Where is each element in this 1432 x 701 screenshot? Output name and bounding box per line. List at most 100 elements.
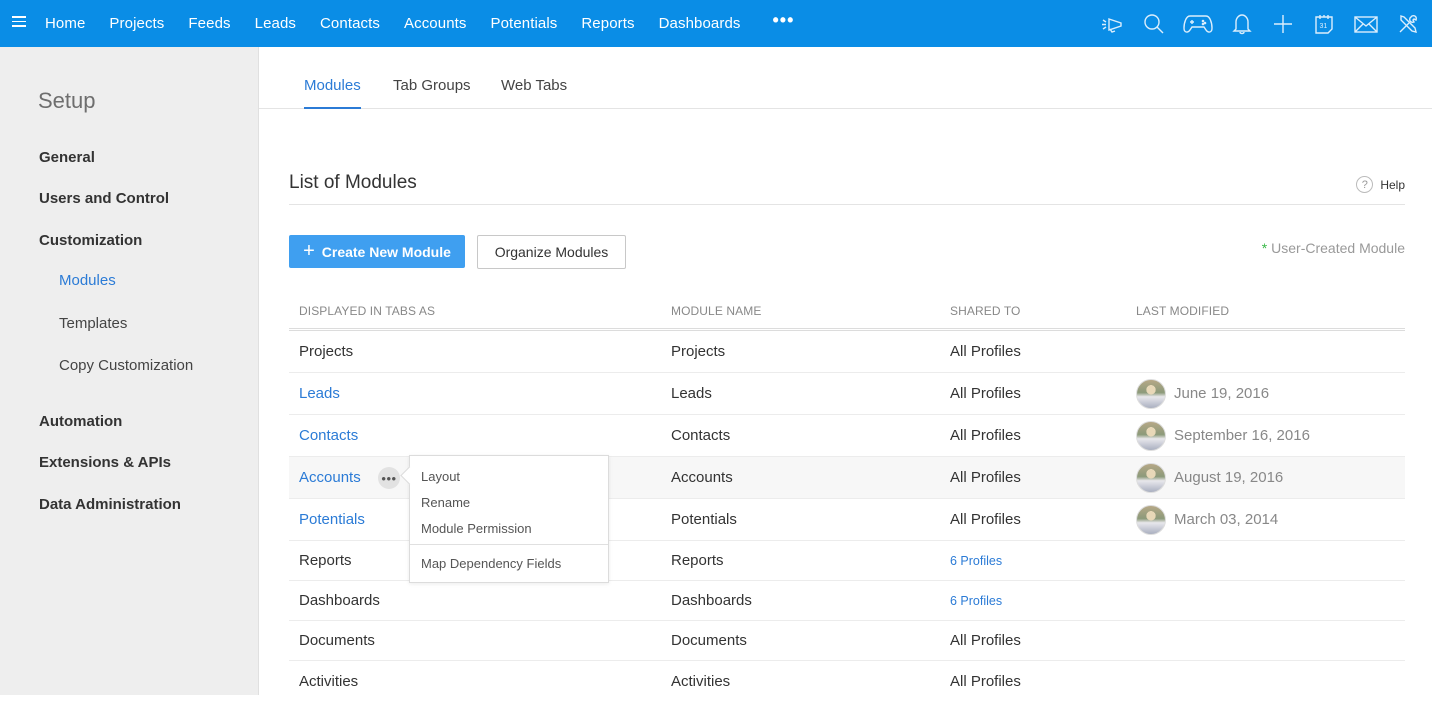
top-navigation-bar: Home Projects Feeds Leads Contacts Accou… bbox=[0, 0, 1432, 47]
row-display-name-link[interactable]: Accounts bbox=[299, 457, 361, 498]
nav-feeds[interactable]: Feeds bbox=[188, 15, 230, 32]
nav-reports[interactable]: Reports bbox=[581, 15, 634, 32]
modules-table-header: DISPLAYED IN TABS AS MODULE NAME SHARED … bbox=[289, 299, 1405, 331]
row-display-name: Projects bbox=[299, 343, 354, 360]
page-title: List of Modules bbox=[289, 172, 417, 193]
sidebar-item-extensions-apis[interactable]: Extensions & APIs bbox=[39, 454, 171, 471]
last-modified-date: September 16, 2016 bbox=[1174, 427, 1310, 444]
row-shared-to: All Profiles bbox=[950, 343, 1021, 360]
nav-contacts[interactable]: Contacts bbox=[320, 15, 380, 32]
row-module-name: Leads bbox=[671, 385, 712, 402]
row-display-name: Documents bbox=[299, 632, 375, 649]
tab-modules[interactable]: Modules bbox=[304, 77, 361, 109]
row-more-options-icon[interactable]: ••• bbox=[378, 467, 400, 489]
nav-home[interactable]: Home bbox=[45, 15, 85, 32]
tab-web-tabs[interactable]: Web Tabs bbox=[501, 77, 567, 107]
row-shared-to-link[interactable]: 6 Profiles bbox=[950, 541, 1002, 580]
tab-tab-groups[interactable]: Tab Groups bbox=[393, 77, 471, 107]
organize-modules-button[interactable]: Organize Modules bbox=[477, 235, 626, 269]
avatar bbox=[1136, 504, 1166, 535]
nav-dashboards[interactable]: Dashboards bbox=[659, 15, 741, 32]
row-module-name: Contacts bbox=[671, 427, 731, 444]
svg-text:31: 31 bbox=[1320, 23, 1328, 30]
row-display-name-link[interactable]: Leads bbox=[299, 373, 340, 414]
row-shared-to: All Profiles bbox=[950, 427, 1021, 444]
table-row: Dashboards Dashboards 6 Profiles bbox=[289, 581, 1405, 621]
avatar bbox=[1136, 420, 1166, 451]
sidebar-item-automation[interactable]: Automation bbox=[39, 413, 122, 430]
search-icon[interactable] bbox=[1142, 12, 1166, 36]
sidebar-item-data-administration[interactable]: Data Administration bbox=[39, 496, 181, 513]
sidebar-item-users-and-control[interactable]: Users and Control bbox=[39, 190, 169, 207]
row-last-modified: August 19, 2016 bbox=[1136, 457, 1283, 498]
bell-icon[interactable] bbox=[1230, 12, 1254, 36]
column-module-name[interactable]: MODULE NAME bbox=[671, 304, 761, 318]
column-displayed-in-tabs-as[interactable]: DISPLAYED IN TABS AS bbox=[299, 304, 435, 318]
main-nav: Home Projects Feeds Leads Contacts Accou… bbox=[45, 0, 794, 47]
row-display-name: Dashboards bbox=[299, 592, 380, 609]
main-content: Modules Tab Groups Web Tabs List of Modu… bbox=[259, 47, 1432, 695]
top-icon-group: 31 bbox=[1084, 0, 1420, 47]
help-icon: ? bbox=[1356, 176, 1374, 193]
hamburger-menu-icon[interactable] bbox=[12, 13, 26, 33]
sidebar-subitem-modules[interactable]: Modules bbox=[59, 272, 116, 289]
nav-potentials[interactable]: Potentials bbox=[491, 15, 558, 32]
avatar bbox=[1136, 462, 1166, 493]
tools-icon[interactable] bbox=[1396, 12, 1420, 36]
table-row: Leads Leads All Profiles June 19, 2016 bbox=[289, 373, 1405, 415]
row-last-modified: September 16, 2016 bbox=[1136, 415, 1310, 456]
title-divider bbox=[289, 204, 1405, 205]
plus-icon[interactable] bbox=[1271, 12, 1295, 36]
table-row: Projects Projects All Profiles bbox=[289, 331, 1405, 373]
nav-leads[interactable]: Leads bbox=[255, 15, 296, 32]
menu-item-rename[interactable]: Rename bbox=[421, 495, 470, 510]
user-created-legend: * User-Created Module bbox=[1262, 240, 1405, 256]
table-row: Documents Documents All Profiles bbox=[289, 621, 1405, 661]
help-link[interactable]: ? Help bbox=[1356, 176, 1405, 193]
sidebar-item-general[interactable]: General bbox=[39, 149, 95, 166]
avatar bbox=[1136, 378, 1166, 409]
row-options-menu: Layout Rename Module Permission Map Depe… bbox=[409, 455, 609, 583]
row-module-name: Accounts bbox=[671, 469, 733, 486]
row-display-name: Reports bbox=[299, 552, 352, 569]
row-shared-to: All Profiles bbox=[950, 672, 1021, 690]
gamepad-icon[interactable] bbox=[1183, 12, 1213, 36]
create-new-module-button[interactable]: + Create New Module bbox=[289, 235, 465, 268]
nav-accounts[interactable]: Accounts bbox=[404, 15, 467, 32]
calendar-icon[interactable]: 31 bbox=[1312, 12, 1336, 36]
sidebar-subitem-templates[interactable]: Templates bbox=[59, 315, 127, 332]
announcement-icon[interactable] bbox=[1101, 12, 1125, 36]
last-modified-date: August 19, 2016 bbox=[1174, 469, 1284, 486]
row-last-modified: March 03, 2014 bbox=[1136, 499, 1278, 540]
row-shared-to-link[interactable]: 6 Profiles bbox=[950, 581, 1002, 620]
sidebar-title: Setup bbox=[38, 88, 96, 113]
last-modified-date: June 19, 2016 bbox=[1174, 385, 1270, 402]
setup-sidebar: Setup General Users and Control Customiz… bbox=[0, 47, 259, 695]
help-label: Help bbox=[1380, 177, 1405, 192]
menu-item-map-dependency-fields[interactable]: Map Dependency Fields bbox=[421, 556, 561, 571]
user-created-star-icon: * bbox=[1261, 240, 1268, 256]
nav-projects[interactable]: Projects bbox=[109, 15, 164, 32]
row-shared-to: All Profiles bbox=[950, 632, 1021, 649]
row-display-name-link[interactable]: Contacts bbox=[299, 415, 358, 456]
sidebar-item-customization[interactable]: Customization bbox=[39, 232, 142, 249]
user-created-label: User-Created Module bbox=[1271, 240, 1405, 256]
row-last-modified: June 19, 2016 bbox=[1136, 373, 1269, 414]
row-module-name: Dashboards bbox=[671, 592, 752, 609]
more-modules-icon[interactable]: ••• bbox=[773, 11, 795, 29]
row-shared-to: All Profiles bbox=[950, 511, 1021, 528]
sidebar-subitem-copy-customization[interactable]: Copy Customization bbox=[59, 357, 193, 374]
table-row: Activities Activities All Profiles bbox=[289, 661, 1405, 701]
menu-item-layout[interactable]: Layout bbox=[421, 469, 460, 484]
column-last-modified[interactable]: LAST MODIFIED bbox=[1136, 304, 1229, 318]
row-module-name: Potentials bbox=[671, 511, 737, 528]
tab-bar: Modules Tab Groups Web Tabs bbox=[259, 47, 1432, 109]
create-new-module-label: Create New Module bbox=[321, 243, 451, 260]
column-shared-to[interactable]: SHARED TO bbox=[950, 304, 1020, 318]
row-module-name: Documents bbox=[671, 632, 747, 649]
mail-icon[interactable] bbox=[1353, 12, 1379, 36]
row-display-name-link[interactable]: Potentials bbox=[299, 499, 365, 540]
menu-item-module-permission[interactable]: Module Permission bbox=[421, 521, 532, 536]
table-row: Contacts Contacts All Profiles September… bbox=[289, 415, 1405, 457]
plus-icon: + bbox=[303, 239, 315, 262]
